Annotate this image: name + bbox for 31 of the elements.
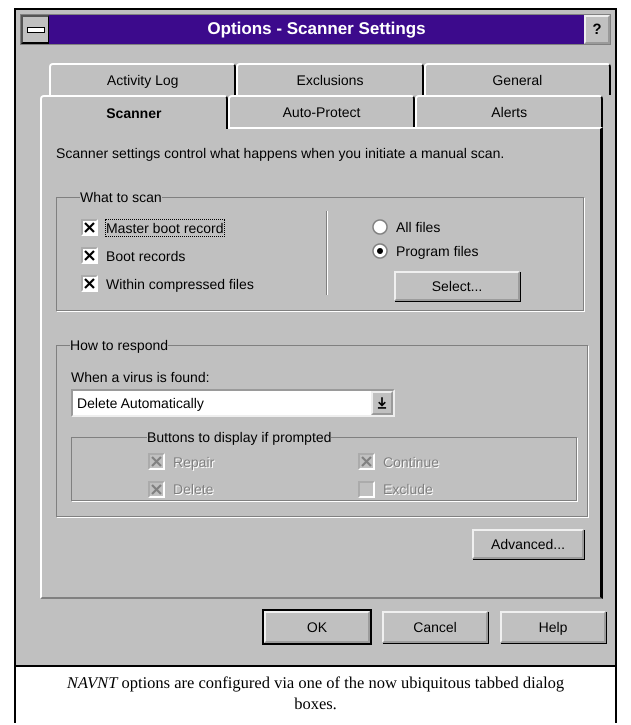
checkbox[interactable]	[81, 219, 98, 236]
tab[interactable]: Alerts	[415, 95, 604, 127]
dialog-button[interactable]: Help	[500, 611, 606, 643]
group-title: How to respond	[70, 337, 168, 353]
tab[interactable]: Activity Log	[49, 63, 236, 95]
system-menu-button[interactable]	[21, 15, 49, 44]
field-label: When a virus is found:	[71, 369, 211, 385]
tab[interactable]: Auto-Protect	[228, 95, 416, 127]
dialog-button[interactable]: OK	[264, 611, 370, 643]
select-button[interactable]: Select...	[394, 271, 520, 301]
checkbox-label[interactable]: Master boot record	[106, 220, 224, 236]
checkbox-label[interactable]: Within compressed files	[106, 276, 254, 292]
figure-caption: NAVNT options are configured via one of the now ubiquitous tabbed dialog boxes.	[66, 672, 566, 714]
action-dropdown[interactable]: Delete Automatically	[71, 389, 395, 417]
radio-label[interactable]: Program files	[396, 243, 478, 259]
tab[interactable]: Scanner	[40, 95, 228, 129]
window-title: Options - Scanner Settings	[206, 18, 427, 40]
group-title: What to scan	[80, 189, 162, 205]
group-title: Buttons to display if prompted	[147, 429, 332, 445]
checkbox[interactable]	[81, 275, 98, 292]
help-button[interactable]: ?	[584, 15, 610, 44]
checkbox[interactable]	[81, 247, 98, 264]
radio-button[interactable]	[372, 219, 388, 235]
radio-label[interactable]: All files	[396, 219, 440, 235]
tab[interactable]: Exclusions	[236, 63, 424, 95]
advanced-button[interactable]: Advanced...	[472, 529, 584, 559]
checkbox-label[interactable]: Boot records	[106, 248, 186, 264]
description-text: Scanner settings control what happens when you initiate a manual scan.	[56, 145, 506, 161]
radio-button[interactable]	[372, 243, 388, 259]
dialog-button[interactable]: Cancel	[382, 611, 488, 643]
tab[interactable]: General	[424, 63, 611, 95]
